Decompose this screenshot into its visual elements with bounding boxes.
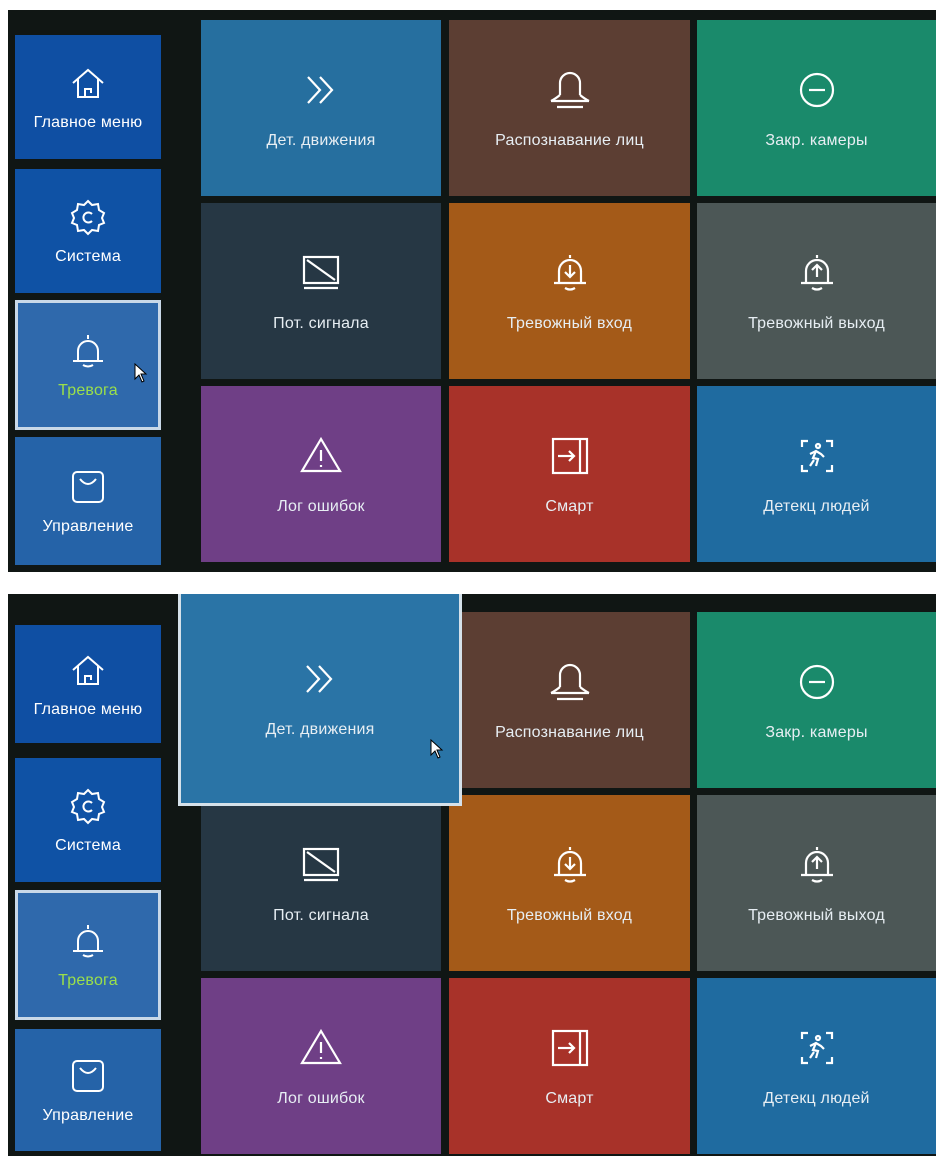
tile-label: Детекц людей [763,497,870,515]
tile-label: Тревожный выход [748,906,885,924]
sidebar-item-label: Главное меню [33,700,143,718]
tile-motion-detection[interactable]: Дет. движения [201,20,441,196]
bell-out-icon [794,250,840,301]
bag-icon [68,1056,108,1101]
tile-label: Пот. сигнала [273,314,369,332]
tile-label: Тревожный выход [748,314,885,332]
tile-label: Тревожный вход [506,906,633,924]
sidebar-item-main-menu[interactable]: Главное меню [15,625,161,743]
gear-icon [68,786,108,831]
tile-label: Тревожный вход [506,314,633,332]
sidebar-item-label: Главное меню [33,113,143,131]
tile-label: Детекц людей [763,1089,870,1107]
tile-face-recognition[interactable]: Распознавание лиц [449,612,690,788]
home-icon [68,650,108,695]
sidebar-item-label: Управление [42,1106,134,1124]
sidebar-item-label: Тревога [58,381,118,399]
tile-signal-loss[interactable]: Пот. сигнала [201,795,441,971]
tile-smart[interactable]: Смарт [449,978,690,1154]
tile-face-recognition[interactable]: Распознавание лиц [449,20,690,196]
warning-triangle-icon [298,1025,344,1076]
mouse-cursor-icon [430,739,444,759]
enter-box-icon [547,433,593,484]
sidebar-item-label: Система [55,836,121,854]
sidebar-item-system[interactable]: Система [15,758,161,882]
person-detect-icon [794,1025,840,1076]
no-signal-monitor-icon [298,250,344,301]
tile-motion-detection-hovered[interactable]: Дет. движения [178,594,462,806]
tile-error-log[interactable]: Лог ошибок [201,386,441,562]
bell-out-icon [794,842,840,893]
tile-label: Распознавание лиц [495,723,644,741]
tile-label: Закр. камеры [765,723,868,741]
double-chevron-icon [297,656,343,707]
enter-box-icon [547,1025,593,1076]
tile-alarm-output[interactable]: Тревожный выход [697,795,936,971]
sidebar-item-main-menu[interactable]: Главное меню [15,35,161,159]
tile-alarm-input[interactable]: Тревожный вход [449,795,690,971]
sidebar-item-management[interactable]: Управление [15,1029,161,1151]
bell-in-icon [547,842,593,893]
sidebar-item-label: Тревога [58,971,118,989]
bag-icon [68,467,108,512]
mouse-cursor-icon [134,363,148,383]
warning-triangle-icon [298,433,344,484]
tile-label: Лог ошибок [277,1089,365,1107]
alarm-menu-screen-hover: Главное меню Система Тревога Управление … [8,594,936,1156]
tile-label: Пот. сигнала [273,906,369,924]
sidebar-item-label: Управление [42,517,134,535]
tile-label: Распознавание лиц [495,131,644,149]
face-icon [547,659,593,710]
tile-human-detection[interactable]: Детекц людей [697,978,936,1154]
face-icon [547,67,593,118]
bell-icon [68,331,108,376]
tile-alarm-output[interactable]: Тревожный выход [697,203,936,379]
tile-alarm-input[interactable]: Тревожный вход [449,203,690,379]
sidebar-item-management[interactable]: Управление [15,437,161,565]
alarm-menu-screen-default: Главное меню Система Тревога Управление … [8,10,936,572]
home-icon [68,63,108,108]
tile-signal-loss[interactable]: Пот. сигнала [201,203,441,379]
no-signal-monitor-icon [298,842,344,893]
sidebar-item-label: Система [55,247,121,265]
bell-in-icon [547,250,593,301]
minus-circle-icon [794,659,840,710]
tile-camera-tamper[interactable]: Закр. камеры [697,20,936,196]
tile-label: Дет. движения [266,131,376,149]
tile-label: Закр. камеры [765,131,868,149]
tile-label: Лог ошибок [277,497,365,515]
sidebar-item-alarm[interactable]: Тревога [15,890,161,1020]
double-chevron-icon [298,67,344,118]
tile-label: Смарт [545,1089,594,1107]
bell-icon [68,921,108,966]
tile-error-log[interactable]: Лог ошибок [201,978,441,1154]
tile-smart[interactable]: Смарт [449,386,690,562]
tile-label: Смарт [545,497,594,515]
sidebar-item-system[interactable]: Система [15,169,161,293]
tile-human-detection[interactable]: Детекц людей [697,386,936,562]
gear-icon [68,197,108,242]
tile-camera-tamper[interactable]: Закр. камеры [697,612,936,788]
minus-circle-icon [794,67,840,118]
person-detect-icon [794,433,840,484]
tile-label: Дет. движения [265,720,375,738]
